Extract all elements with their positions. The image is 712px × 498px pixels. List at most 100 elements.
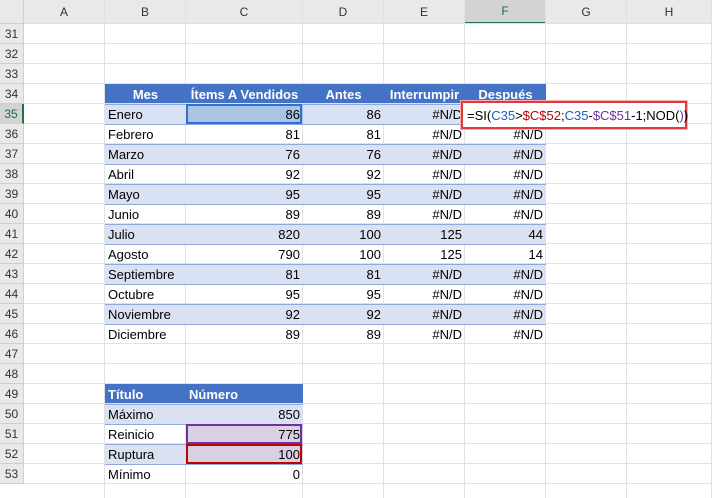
table1-cell[interactable]: 92 <box>303 164 384 184</box>
table1-cell[interactable]: 125 <box>384 244 465 264</box>
table1-cell[interactable]: 89 <box>303 204 384 224</box>
row-header-37[interactable]: 37 <box>0 144 24 164</box>
row-header-51[interactable]: 51 <box>0 424 24 444</box>
table2-cell[interactable]: Máximo <box>105 404 186 424</box>
table1-cell[interactable]: 76 <box>303 144 384 164</box>
row-header-42[interactable]: 42 <box>0 244 24 264</box>
table1-cell[interactable]: 89 <box>186 324 303 344</box>
table1-cell[interactable]: 81 <box>303 264 384 284</box>
table1-cell[interactable]: 100 <box>303 224 384 244</box>
table1-cell[interactable]: 44 <box>465 224 546 244</box>
row-header-36[interactable]: 36 <box>0 124 24 144</box>
table1-cell[interactable]: #N/D <box>384 324 465 344</box>
table2-cell[interactable]: Reinicio <box>105 424 186 444</box>
grid-hline <box>24 283 712 284</box>
table1-cell[interactable]: #N/D <box>384 144 465 164</box>
table1-cell[interactable]: #N/D <box>384 204 465 224</box>
table1-cell[interactable]: #N/D <box>465 204 546 224</box>
table1-cell[interactable]: #N/D <box>384 104 465 124</box>
table1-cell[interactable]: Septiembre <box>105 264 186 284</box>
table1-cell[interactable]: 95 <box>186 184 303 204</box>
row-header-38[interactable]: 38 <box>0 164 24 184</box>
table1-header-0[interactable]: Mes <box>105 84 186 104</box>
table1-cell[interactable]: 81 <box>303 124 384 144</box>
table1-cell[interactable]: 89 <box>303 324 384 344</box>
row-header-47[interactable]: 47 <box>0 344 24 364</box>
table1-cell[interactable]: #N/D <box>384 264 465 284</box>
table1-cell[interactable]: Julio <box>105 224 186 244</box>
row-header-45[interactable]: 45 <box>0 304 24 324</box>
row-header-39[interactable]: 39 <box>0 184 24 204</box>
row-header-53[interactable]: 53 <box>0 464 24 484</box>
table1-cell[interactable]: Enero <box>105 104 186 124</box>
table1-cell[interactable]: 14 <box>465 244 546 264</box>
table1-header-1[interactable]: Ítems A Vendidos <box>186 84 303 104</box>
grid-hline <box>24 403 712 404</box>
table1-cell[interactable]: 125 <box>384 224 465 244</box>
table1-cell[interactable]: #N/D <box>465 304 546 324</box>
table1-cell[interactable]: #N/D <box>384 284 465 304</box>
table2-header-0[interactable]: Título <box>105 384 186 404</box>
table1-cell[interactable]: Marzo <box>105 144 186 164</box>
table1-cell[interactable]: Agosto <box>105 244 186 264</box>
table1-cell[interactable]: 81 <box>186 264 303 284</box>
table2-cell[interactable]: Mínimo <box>105 464 186 484</box>
grid-hline <box>24 163 712 164</box>
table2-cell[interactable]: Ruptura <box>105 444 186 464</box>
formula-part: =SI( <box>467 107 492 123</box>
table1-cell[interactable]: #N/D <box>465 324 546 344</box>
row-header-31[interactable]: 31 <box>0 24 24 44</box>
table1-cell[interactable]: 95 <box>186 284 303 304</box>
table1-cell[interactable]: #N/D <box>465 284 546 304</box>
row-header-49[interactable]: 49 <box>0 384 24 404</box>
table1-cell[interactable]: #N/D <box>384 124 465 144</box>
table1-cell[interactable]: #N/D <box>384 304 465 324</box>
table1-cell[interactable]: Octubre <box>105 284 186 304</box>
table1-cell[interactable]: 790 <box>186 244 303 264</box>
row-header-50[interactable]: 50 <box>0 404 24 424</box>
table1-cell[interactable]: 820 <box>186 224 303 244</box>
corner-select-all[interactable] <box>0 0 24 24</box>
row-header-33[interactable]: 33 <box>0 64 24 84</box>
row-header-48[interactable]: 48 <box>0 364 24 384</box>
table1-cell[interactable]: 92 <box>186 164 303 184</box>
row-header-46[interactable]: 46 <box>0 324 24 344</box>
table1-header-2[interactable]: Antes <box>303 84 384 104</box>
table2-header-1[interactable]: Número <box>186 384 303 404</box>
table1-cell[interactable]: 95 <box>303 184 384 204</box>
table1-cell[interactable]: #N/D <box>465 144 546 164</box>
table1-cell[interactable]: #N/D <box>465 184 546 204</box>
row-header-44[interactable]: 44 <box>0 284 24 304</box>
table1-cell[interactable]: 92 <box>186 304 303 324</box>
table1-cell[interactable]: #N/D <box>384 164 465 184</box>
table1-cell[interactable]: Noviembre <box>105 304 186 324</box>
row-header-35[interactable]: 35 <box>0 104 24 124</box>
row-header-32[interactable]: 32 <box>0 44 24 64</box>
table1-cell[interactable]: 100 <box>303 244 384 264</box>
table1-cell[interactable]: Diciembre <box>105 324 186 344</box>
row-header-41[interactable]: 41 <box>0 224 24 244</box>
formula-cell-f35[interactable]: =SI(C35 > $C$52; C35- $C$51 -1;NOD()) <box>461 101 688 129</box>
table1-cell[interactable]: #N/D <box>465 164 546 184</box>
table1-cell[interactable]: Mayo <box>105 184 186 204</box>
table1-cell[interactable]: #N/D <box>384 184 465 204</box>
table1-header-3[interactable]: Interrumpir <box>384 84 465 104</box>
table1-cell[interactable]: Febrero <box>105 124 186 144</box>
grid-hline <box>24 183 712 184</box>
table1-cell[interactable]: 95 <box>303 284 384 304</box>
row-header-43[interactable]: 43 <box>0 264 24 284</box>
table1-cell[interactable]: #N/D <box>465 264 546 284</box>
table1-cell[interactable]: Abril <box>105 164 186 184</box>
table1-cell[interactable]: Junio <box>105 204 186 224</box>
table1-cell[interactable]: 89 <box>186 204 303 224</box>
row-header-34[interactable]: 34 <box>0 84 24 104</box>
formula-part: -1;NOD( <box>631 107 680 123</box>
table2-cell[interactable]: 0 <box>186 464 303 484</box>
table1-cell[interactable]: 86 <box>303 104 384 124</box>
table1-cell[interactable]: 92 <box>303 304 384 324</box>
table1-cell[interactable]: 76 <box>186 144 303 164</box>
row-header-52[interactable]: 52 <box>0 444 24 464</box>
table1-cell[interactable]: 81 <box>186 124 303 144</box>
row-header-40[interactable]: 40 <box>0 204 24 224</box>
table2-cell[interactable]: 850 <box>186 404 303 424</box>
